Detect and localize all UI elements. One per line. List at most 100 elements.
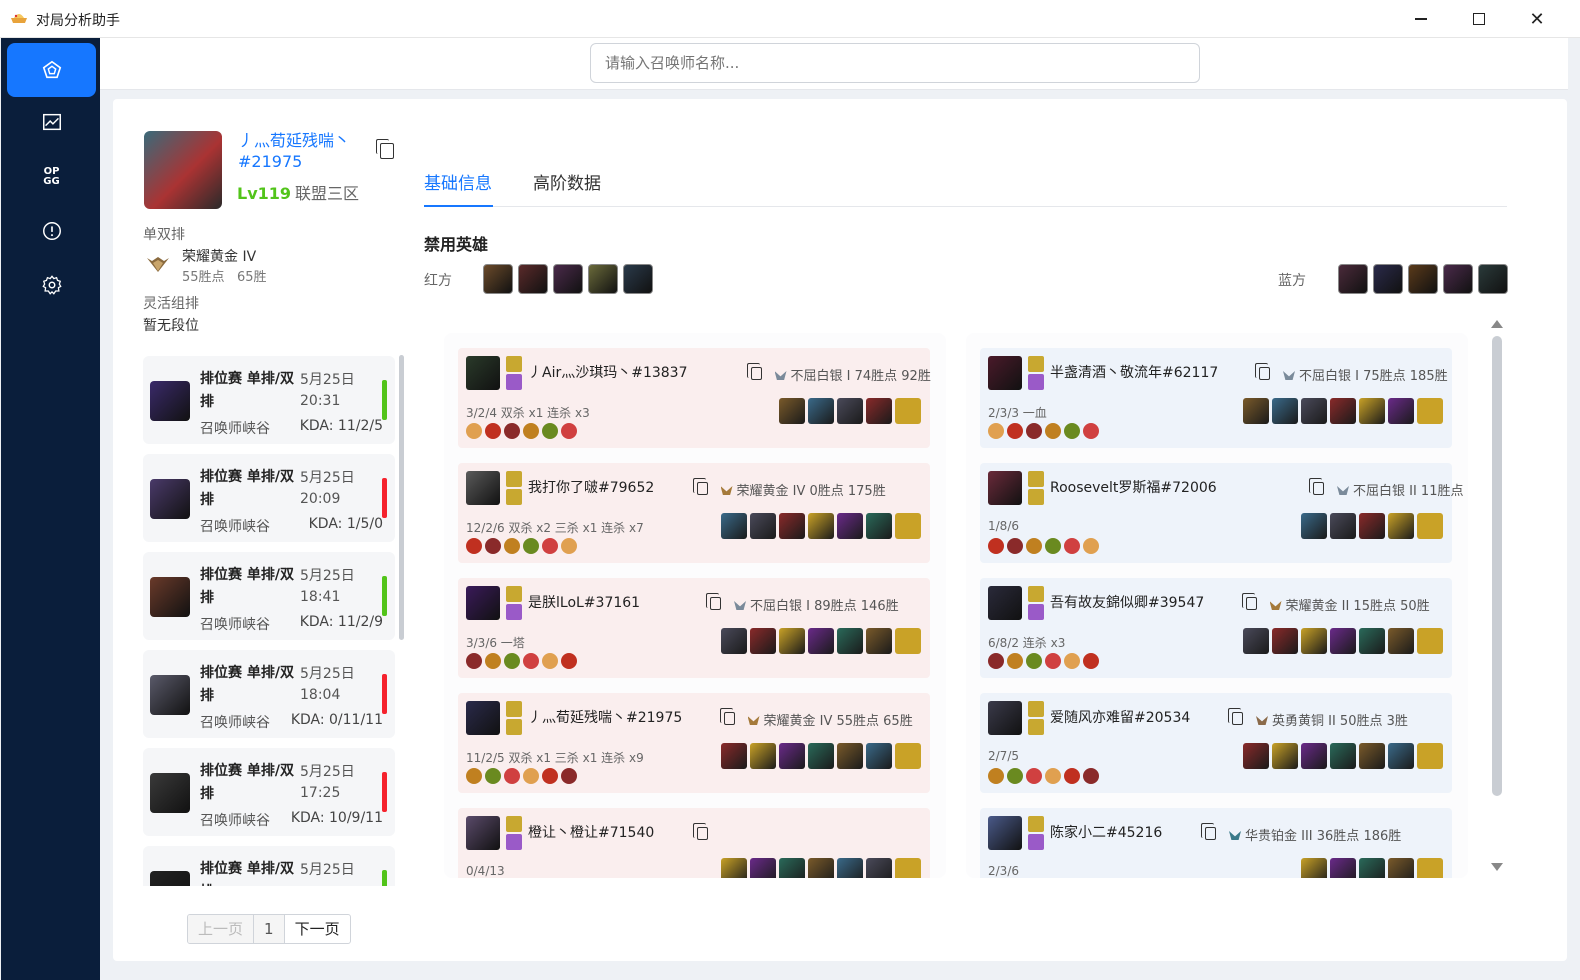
blue-ban-champion-icon[interactable]: [1338, 264, 1368, 294]
blue-ban-champion-icon[interactable]: [1478, 264, 1508, 294]
player-name[interactable]: 陈家小二#45216: [1050, 822, 1162, 842]
rune-icon: [1045, 653, 1061, 669]
red-ban-champion-icon[interactable]: [623, 264, 653, 294]
item-icon: [895, 398, 921, 424]
item-icon: [1388, 628, 1414, 654]
copy-icon[interactable]: [746, 363, 762, 380]
next-page-button[interactable]: 下一页: [285, 915, 350, 943]
copy-icon[interactable]: [1201, 823, 1216, 840]
match-card[interactable]: 排位赛 单排/双排 5月25日 17:25 召唤师峡谷 KDA: 10/9/11: [143, 748, 395, 836]
page-number[interactable]: 1: [254, 915, 285, 943]
rune-icon: [1026, 423, 1042, 439]
item-icon: [1359, 628, 1385, 654]
item-icon: [808, 743, 834, 769]
item-icon: [837, 398, 863, 424]
player-name[interactable]: 丿灬荀延残喘丶#21975: [528, 707, 682, 727]
red-player-card[interactable]: 我打你了啵#79652 荣耀黄金 IV 0胜点 175胜 12/2/6 双杀 x2 …: [458, 463, 930, 563]
player-name[interactable]: Roosevelt罗斯福#72006: [1050, 477, 1217, 497]
copy-icon[interactable]: [376, 139, 394, 159]
red-player-card[interactable]: 是朕lLoL#37161 不屈白银 I 89胜点 146胜 3/3/6 一塔: [458, 578, 930, 678]
red-ban-champion-icon[interactable]: [588, 264, 618, 294]
copy-icon[interactable]: [719, 708, 735, 725]
bans-title: 禁用英雄: [424, 235, 489, 254]
item-icon: [1301, 743, 1327, 769]
match-map: 召唤师峡谷: [200, 715, 270, 731]
minimize-button[interactable]: [1392, 0, 1450, 38]
match-card[interactable]: 排位赛 单排/双排 5月25日 20:31 召唤师峡谷 KDA: 11/2/5: [143, 356, 395, 444]
red-ban-champion-icon[interactable]: [553, 264, 583, 294]
player-stats: 11/2/5 双杀 x1 三杀 x1 连杀 x9: [466, 751, 644, 765]
opgg-icon: OP GG: [43, 166, 60, 187]
blue-ban-champion-icon[interactable]: [1373, 264, 1403, 294]
copy-icon[interactable]: [1309, 478, 1324, 495]
prev-page-button[interactable]: 上一页: [188, 915, 255, 943]
player-rank-text: 不屈白银 I 89胜点 146胜: [750, 599, 899, 614]
item-icon: [1272, 398, 1298, 424]
copy-icon[interactable]: [706, 593, 721, 610]
match-card[interactable]: 排位赛 单排/双排 5月25日 18:41 召唤师峡谷 KDA: 11/2/9: [143, 552, 395, 640]
blue-player-card[interactable]: Roosevelt罗斯福#72006 不屈白银 II 11胜点 85胜 1/8/6: [980, 463, 1468, 563]
blue-player-card[interactable]: 半盏清酒丶敬流年#62117 不屈白银 I 75胜点 185胜 2/3/3 一血: [980, 348, 1452, 448]
player-rank: 不屈白银 I 75胜点 185胜: [1283, 365, 1448, 384]
summoner-search-input[interactable]: [590, 43, 1200, 83]
summoner-level: Lv119 联盟三区: [237, 180, 359, 204]
nav-settings[interactable]: [7, 258, 96, 312]
scroll-up-arrow[interactable]: [1491, 320, 1503, 328]
close-button[interactable]: ✕: [1508, 0, 1566, 38]
match-card[interactable]: 排位赛 单排/双排 5月25日 20:09 召唤师峡谷 KDA: 1/5/0: [143, 454, 395, 542]
item-icon: [1359, 858, 1385, 878]
player-name[interactable]: 爱随风亦难留#20534: [1050, 707, 1190, 727]
rune-icon: [988, 768, 1004, 784]
copy-icon[interactable]: [692, 478, 708, 495]
blue-ban-champion-icon[interactable]: [1408, 264, 1438, 294]
player-name[interactable]: 丿Air灬沙琪玛丶#13837: [528, 362, 688, 382]
scroll-down-arrow[interactable]: [1491, 863, 1503, 871]
red-ban-champion-icon[interactable]: [483, 264, 513, 294]
red-player-card[interactable]: 橙让丶橙让#71540 0/4/13: [458, 808, 930, 878]
nav-home[interactable]: [7, 43, 96, 97]
player-name[interactable]: 是朕lLoL#37161: [528, 592, 640, 612]
item-icon: [1301, 628, 1327, 654]
player-name[interactable]: 我打你了啵#79652: [528, 477, 654, 497]
blue-player-card[interactable]: 陈家小二#45216 华贵铂金 III 36胜点 186胜 2/3/6: [980, 808, 1452, 878]
item-icon: [808, 513, 834, 539]
blue-player-card[interactable]: 吾有故友錦似卿#39547 荣耀黄金 II 15胜点 50胜 6/8/2 连杀 x3: [980, 578, 1452, 678]
blue-ban-champion-icon[interactable]: [1443, 264, 1473, 294]
red-player-card[interactable]: 丿灬荀延残喘丶#21975 荣耀黄金 IV 55胜点 65胜 11/2/5 双杀 x…: [458, 693, 930, 793]
red-player-card[interactable]: 丿Air灬沙琪玛丶#13837 不屈白银 I 74胜点 92胜 3/2/4 双杀 x…: [458, 348, 931, 448]
maximize-button[interactable]: [1450, 0, 1508, 38]
match-result-bar: [382, 772, 387, 812]
rune-icon: [466, 653, 482, 669]
rune-icon: [1045, 768, 1061, 784]
nav-stats[interactable]: [7, 95, 96, 149]
tab-advanced-data[interactable]: 高阶数据: [533, 169, 601, 194]
player-stats: 1/8/6: [988, 519, 1019, 533]
match-list-scrollbar[interactable]: [399, 355, 404, 640]
match-date: 5月25日: [300, 764, 355, 780]
copy-icon[interactable]: [1255, 363, 1270, 380]
rune-icon: [1045, 423, 1061, 439]
team-scrollbar[interactable]: [1492, 336, 1502, 796]
rune-icon: [523, 768, 539, 784]
copy-icon[interactable]: [692, 823, 708, 840]
player-name[interactable]: 吾有故友錦似卿#39547: [1050, 592, 1204, 612]
rune-icon: [1083, 768, 1099, 784]
rune-icon: [1007, 538, 1023, 554]
nav-alert[interactable]: [7, 204, 96, 258]
rank-emblem-icon: [734, 601, 746, 610]
match-card[interactable]: 排位赛 单排/双排 5月25日 18:04 召唤师峡谷 KDA: 0/11/11: [143, 650, 395, 738]
blue-player-card[interactable]: 爱随风亦难留#20534 英勇黄铜 II 50胜点 3胜 2/7/5: [980, 693, 1452, 793]
rune-icon: [561, 768, 577, 784]
player-name[interactable]: 橙让丶橙让#71540: [528, 822, 654, 842]
tab-basic-info[interactable]: 基础信息: [424, 169, 492, 194]
copy-icon[interactable]: [1241, 593, 1257, 610]
match-card[interactable]: 排位赛 单排/双排 5月25日: [143, 846, 395, 886]
nav-opgg[interactable]: OP GG: [7, 150, 96, 204]
red-ban-champion-icon[interactable]: [518, 264, 548, 294]
copy-icon[interactable]: [1228, 708, 1243, 725]
summoner-spell-icon: [506, 701, 522, 717]
player-name[interactable]: 半盏清酒丶敬流年#62117: [1050, 362, 1218, 382]
item-icon: [779, 398, 805, 424]
summoner-name[interactable]: 丿灬荀延残喘丶#21975: [238, 130, 368, 172]
summoner-spell-icon: [506, 586, 522, 602]
